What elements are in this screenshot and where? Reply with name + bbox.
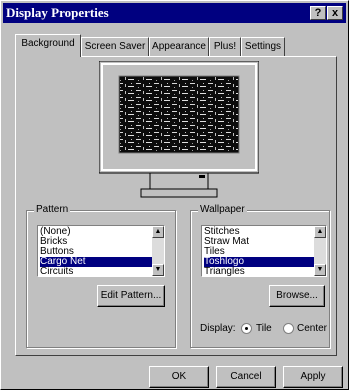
close-button[interactable]: x xyxy=(327,6,343,20)
scroll-down-icon[interactable]: ▼ xyxy=(314,264,326,276)
scroll-up-icon[interactable]: ▲ xyxy=(314,226,326,238)
center-radio[interactable] xyxy=(283,323,294,334)
pattern-legend: Pattern xyxy=(34,204,71,216)
display-properties-window: Display Properties ? x Background Screen… xyxy=(0,0,349,390)
browse-button[interactable]: Browse... xyxy=(269,285,325,307)
help-button[interactable]: ? xyxy=(310,6,326,20)
wallpaper-scrollbar[interactable]: ▲ ▼ xyxy=(314,226,326,276)
monitor-preview xyxy=(99,61,259,198)
wallpaper-item[interactable]: Triangles xyxy=(204,267,326,277)
wallpaper-listbox[interactable]: Stitches Straw Mat Tiles Toshlogo Triang… xyxy=(201,225,327,277)
tab-settings[interactable]: Settings xyxy=(241,37,285,56)
tile-radio[interactable] xyxy=(241,323,252,334)
scroll-up-icon[interactable]: ▲ xyxy=(152,226,164,238)
center-label[interactable]: Center xyxy=(297,323,327,335)
tab-background[interactable]: Background xyxy=(15,34,81,57)
apply-button[interactable]: Apply xyxy=(283,366,343,388)
tab-appearance[interactable]: Appearance xyxy=(149,37,209,56)
wallpaper-legend: Wallpaper xyxy=(198,204,247,216)
pattern-listbox[interactable]: (None) Bricks Buttons Cargo Net Circuits… xyxy=(37,225,165,277)
scroll-down-icon[interactable]: ▼ xyxy=(152,264,164,276)
edit-pattern-button[interactable]: Edit Pattern... xyxy=(97,285,165,307)
pattern-group: Pattern (None) Bricks Buttons Cargo Net … xyxy=(26,204,176,348)
cancel-button[interactable]: Cancel xyxy=(216,366,276,388)
pattern-item[interactable]: Circuits xyxy=(40,267,164,277)
ok-button[interactable]: OK xyxy=(149,366,209,388)
wallpaper-group: Wallpaper Stitches Straw Mat Tiles Toshl… xyxy=(190,204,330,348)
window-title: Display Properties xyxy=(6,5,109,20)
display-label: Display: xyxy=(200,323,236,334)
tab-screen-saver[interactable]: Screen Saver xyxy=(81,37,149,56)
title-bar: Display Properties ? x xyxy=(3,3,346,23)
background-tab-panel: Pattern (None) Bricks Buttons Cargo Net … xyxy=(15,56,337,356)
pattern-scrollbar[interactable]: ▲ ▼ xyxy=(152,226,164,276)
tab-plus[interactable]: Plus! xyxy=(209,37,241,56)
tile-label[interactable]: Tile xyxy=(256,323,272,335)
